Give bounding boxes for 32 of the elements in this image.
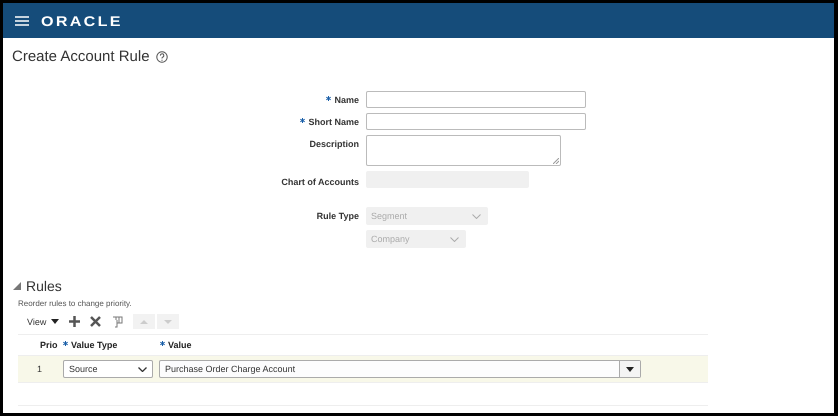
column-header: Prio — [40, 340, 58, 350]
chevron-down-icon — [138, 366, 147, 372]
field-label: Chart of Accounts — [281, 177, 359, 188]
field-label: Short Name — [308, 117, 359, 129]
chevron-down-icon — [450, 236, 459, 242]
input-field[interactable] — [366, 91, 586, 108]
caret-icon[interactable] — [626, 366, 634, 372]
field-label: Rule Type — [316, 211, 359, 223]
value-type-dropdown[interactable]: Source — [63, 360, 153, 378]
value-field[interactable]: Purchase Order Charge Account — [159, 360, 641, 378]
view-menu[interactable]: View — [27, 316, 60, 326]
input-field[interactable] — [366, 113, 586, 130]
field-label: Name — [334, 95, 359, 107]
page-title: Create Account Rule — [12, 48, 150, 65]
columns-icon[interactable] — [111, 316, 124, 328]
column-header: Value — [168, 340, 192, 350]
column-header: Value Type — [71, 340, 118, 350]
delete-icon[interactable] — [90, 316, 102, 327]
menu-icon[interactable] — [15, 16, 29, 26]
caret-icon — [51, 319, 60, 324]
field-label: Description — [309, 139, 359, 151]
resize-handle-icon[interactable] — [553, 158, 559, 164]
section-title: Rules — [26, 278, 62, 294]
table-cell-text: 1 — [37, 364, 44, 374]
help-icon[interactable] — [156, 50, 168, 62]
collapse-icon[interactable] — [13, 282, 21, 290]
logo[interactable]: ORACLE — [41, 12, 123, 28]
add-icon[interactable] — [69, 316, 80, 327]
down-arrow-icon — [164, 320, 172, 324]
chevron-down-icon — [472, 214, 481, 218]
up-arrow-icon — [140, 320, 148, 324]
hint-text: Reorder rules to change priority. — [18, 299, 133, 308]
